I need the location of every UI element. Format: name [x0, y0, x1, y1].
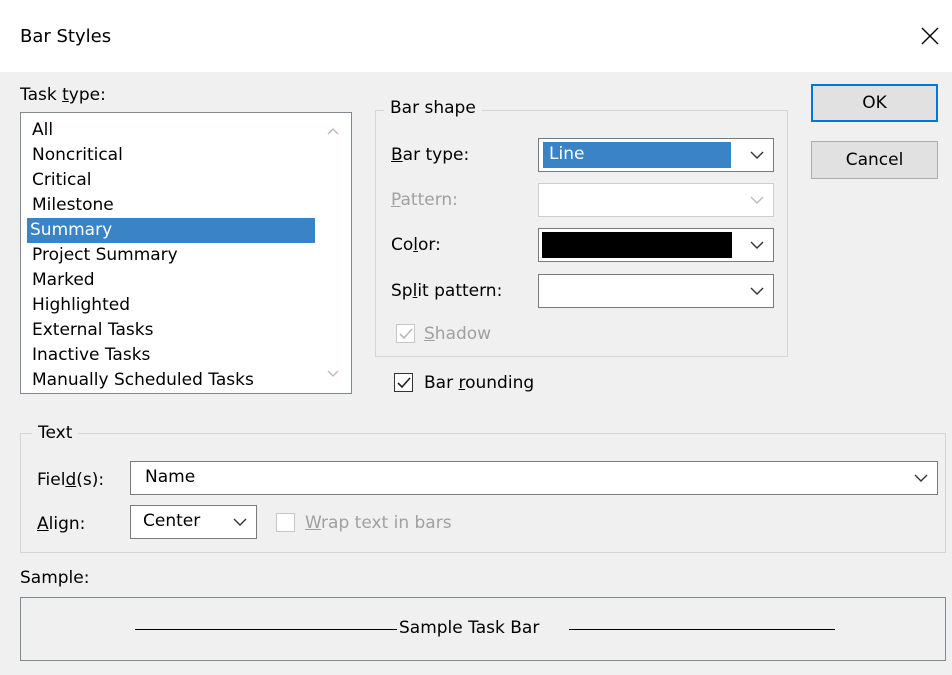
scroll-up-icon[interactable] — [325, 124, 341, 138]
task-type-label: Task type: — [20, 85, 106, 105]
ok-button[interactable]: OK — [811, 84, 938, 122]
wrap-text-label: Wrap text in bars — [305, 513, 452, 533]
split-pattern-label: Split pattern: — [391, 281, 503, 301]
bar-shape-title: Bar shape — [384, 98, 482, 118]
color-label: Color: — [391, 235, 441, 255]
chevron-down-icon — [914, 474, 928, 482]
task-type-item[interactable]: Inactive Tasks — [29, 343, 317, 368]
checkmark-icon — [398, 327, 413, 339]
bar-rounding-label: Bar rounding — [424, 373, 535, 393]
wrap-text-checkbox[interactable] — [276, 513, 295, 532]
task-type-list[interactable]: All Noncritical Critical Milestone Summary Pr… — [20, 112, 352, 394]
align-value: Center — [143, 511, 201, 531]
task-type-item[interactable]: Noncritical — [29, 143, 317, 168]
fields-label: Field(s): — [37, 470, 105, 490]
align-label: Align: — [37, 514, 86, 534]
sample-box: Sample Task Bar — [20, 597, 946, 661]
task-type-item[interactable]: External Tasks — [29, 318, 317, 343]
task-type-item[interactable]: Manually Scheduled Tasks — [29, 368, 317, 393]
title-bar — [0, 0, 952, 72]
close-icon — [921, 27, 939, 45]
task-type-item[interactable]: Project Summary — [29, 243, 317, 268]
chevron-down-icon — [750, 287, 764, 295]
fields-value: Name — [145, 467, 196, 487]
fields-select[interactable]: Name — [130, 461, 938, 495]
task-type-item[interactable]: Highlighted — [29, 293, 317, 318]
task-type-item[interactable]: All — [29, 118, 317, 143]
bar-rounding-checkbox[interactable] — [394, 373, 413, 392]
pattern-select[interactable] — [538, 183, 774, 217]
task-type-item[interactable]: Milestone — [29, 193, 317, 218]
task-type-item[interactable]: Summary — [27, 218, 315, 243]
close-button[interactable] — [910, 14, 950, 58]
chevron-down-icon — [750, 196, 764, 204]
sample-bar-line-left — [135, 629, 397, 630]
bar-type-value: Line — [549, 144, 585, 164]
sample-label: Sample: — [20, 568, 90, 588]
text-group-title: Text — [32, 423, 79, 443]
checkmark-icon — [396, 376, 411, 388]
window-title: Bar Styles — [20, 26, 112, 47]
cancel-button[interactable]: Cancel — [811, 141, 938, 179]
bar-type-select[interactable]: Line — [538, 138, 774, 172]
task-type-item[interactable]: Critical — [29, 168, 317, 193]
align-select[interactable]: Center — [130, 505, 257, 539]
sample-task-bar-text: Sample Task Bar — [399, 618, 540, 638]
color-swatch — [542, 232, 732, 258]
task-type-item[interactable]: Marked — [29, 268, 317, 293]
color-select[interactable] — [538, 228, 774, 262]
pattern-label: Pattern: — [391, 190, 458, 210]
split-pattern-select[interactable] — [538, 274, 774, 308]
shadow-label: Shadow — [424, 324, 492, 344]
chevron-down-icon — [750, 151, 764, 159]
shadow-checkbox[interactable] — [396, 324, 415, 343]
chevron-down-icon — [750, 241, 764, 249]
scroll-down-icon[interactable] — [325, 367, 341, 381]
chevron-down-icon — [233, 518, 247, 526]
bar-type-label: Bar type: — [391, 145, 470, 165]
sample-bar-line-right — [569, 629, 835, 630]
